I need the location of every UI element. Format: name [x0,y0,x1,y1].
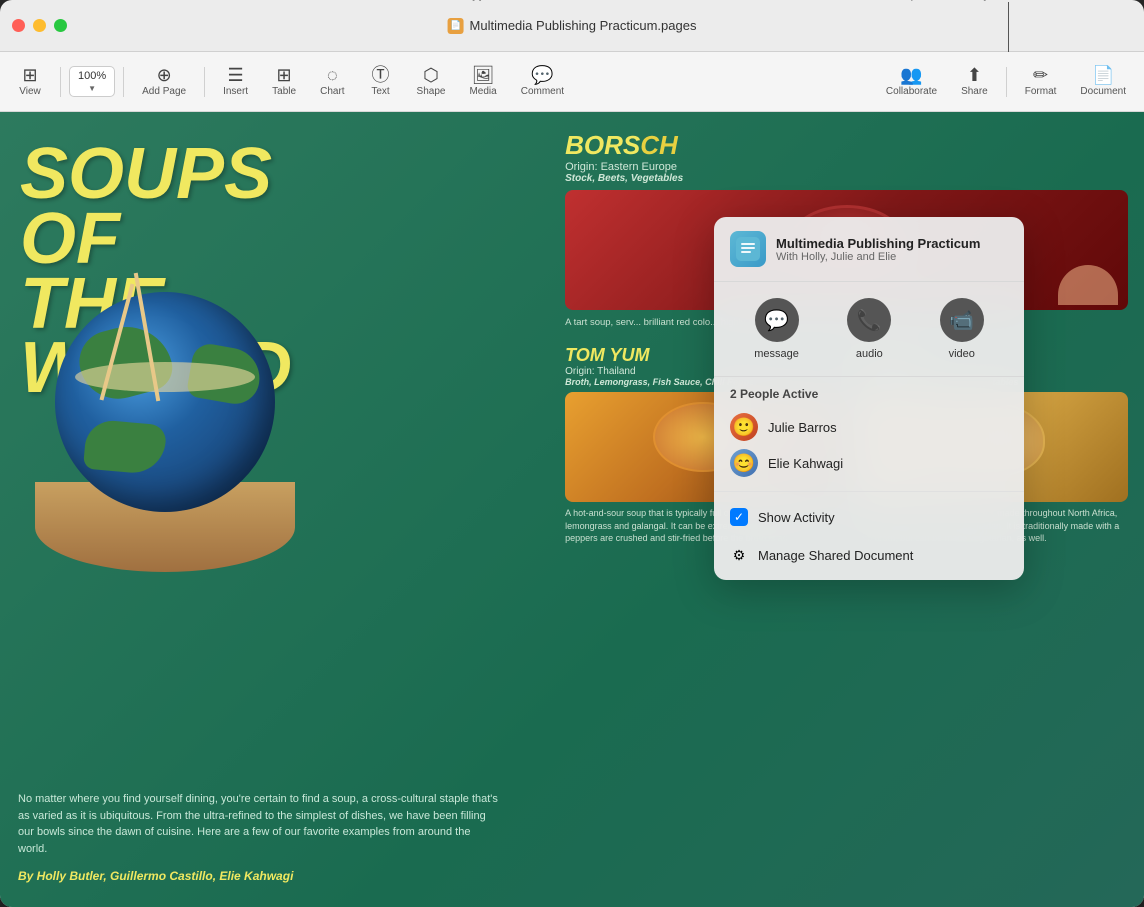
bottom-text: No matter where you find yourself dining… [18,791,498,857]
share-icon: ⬆ [967,66,982,84]
audio-label: audio [856,348,883,360]
close-button[interactable] [12,19,25,32]
message-icon: 💬 [755,298,799,342]
main-area: SOUPS OF THE WORLD [0,112,1144,907]
toolbar-divider-1 [60,67,61,97]
borscht-origin: Origin: Eastern Europe [565,161,1128,173]
view-icon: ⊞ [22,66,37,84]
audio-action[interactable]: 📞 audio [847,298,891,360]
message-action[interactable]: 💬 message [754,298,799,360]
collab-people-section: 2 People Active 🙂 Julie Barros 😊 Elie Ka… [714,377,1024,492]
toolbar: ⊞ View 100% ▼ ⊕ Add Page ☰ Insert ⊞ Tabl… [0,52,1144,112]
person1-name: Julie Barros [768,420,837,435]
collab-popup: Multimedia Publishing Practicum With Hol… [714,217,1024,580]
collab-actions: 💬 message 📞 audio 📹 video [714,282,1024,377]
manage-shared-option[interactable]: ⚙ Manage Shared Document [714,536,1024,574]
shape-button[interactable]: ⬡ Shape [407,62,456,101]
message-label: message [754,348,799,360]
authors-text: By Holly Butler, Guillermo Castillo, Eli… [18,869,293,883]
toolbar-divider-3 [204,67,205,97]
authors-line: By Holly Butler, Guillermo Castillo, Eli… [18,867,498,885]
table-button[interactable]: ⊞ Table [262,62,306,101]
manage-shared-icon: ⚙ [730,546,748,564]
view-button[interactable]: ⊞ View [8,62,52,101]
window-title-text: Multimedia Publishing Practicum.pages [470,18,697,33]
globe-bowl-illustration [15,262,315,582]
add-page-button[interactable]: ⊕ Add Page [132,62,196,101]
document-button[interactable]: 📄 Document [1070,62,1136,101]
table-icon: ⊞ [277,66,292,84]
zoom-control[interactable]: 100% ▼ [69,66,115,97]
person-julie: 🙂 Julie Barros [730,409,1008,445]
collaborate-icon: 👥 [900,66,922,84]
collab-popup-header: Multimedia Publishing Practicum With Hol… [714,217,1024,282]
video-icon: 📹 [940,298,984,342]
text-icon: Ⓣ [372,66,390,84]
video-label: video [949,348,975,360]
person2-name: Elie Kahwagi [768,456,843,471]
comment-button[interactable]: 💬 Comment [511,62,574,101]
audio-icon: 📞 [847,298,891,342]
collab-doc-subtitle: With Holly, Julie and Elie [776,251,980,263]
window-title: 📄 Multimedia Publishing Practicum.pages [448,18,697,34]
maximize-button[interactable] [54,19,67,32]
media-icon: 🖼 [472,66,495,84]
document-icon: 📄 [448,18,464,34]
chart-icon: ◌ [327,66,338,84]
insert-button[interactable]: ☰ Insert [213,62,258,101]
titlebar: 📄 Multimedia Publishing Practicum.pages [0,0,1144,52]
collab-doc-icon [730,231,766,267]
borscht-name: BORSCH [565,130,1128,161]
share-button[interactable]: ⬆ Share [951,62,998,101]
chart-button[interactable]: ◌ Chart [310,62,354,101]
media-button[interactable]: 🖼 Media [459,62,506,101]
collaborate-button[interactable]: 👥 Collaborate [876,62,947,101]
show-activity-label: Show Activity [758,510,835,525]
toolbar-divider-4 [1006,67,1007,97]
format-icon: ✏ [1033,66,1048,84]
traffic-lights [12,19,67,32]
document-canvas[interactable]: SOUPS OF THE WORLD [0,112,1144,907]
zoom-chevron-icon: ▼ [88,84,96,93]
text-button[interactable]: Ⓣ Text [359,62,403,101]
toolbar-divider-2 [123,67,124,97]
people-count: 2 People Active [730,387,1008,401]
manage-shared-label: Manage Shared Document [758,548,913,563]
elie-avatar: 😊 [730,449,758,477]
bottom-description: No matter where you find yourself dining… [18,791,498,857]
format-button[interactable]: ✏ Format [1015,62,1067,101]
collab-doc-title: Multimedia Publishing Practicum [776,236,980,251]
add-page-icon: ⊕ [157,66,172,84]
collab-options: ✓ Show Activity ⚙ Manage Shared Document [714,492,1024,580]
julie-avatar: 🙂 [730,413,758,441]
app-window: 📄 Multimedia Publishing Practicum.pages … [0,0,1144,907]
collab-doc-info: Multimedia Publishing Practicum With Hol… [776,236,980,263]
document-toolbar-icon: 📄 [1092,66,1114,84]
insert-icon: ☰ [228,66,244,84]
borscht-ingredients: Stock, Beets, Vegetables [565,173,1128,184]
video-action[interactable]: 📹 video [940,298,984,360]
comment-icon: 💬 [531,66,553,84]
person-elie: 😊 Elie Kahwagi [730,445,1008,481]
show-activity-check: ✓ [730,508,748,526]
minimize-button[interactable] [33,19,46,32]
show-activity-option[interactable]: ✓ Show Activity [714,498,1024,536]
shape-icon: ⬡ [423,66,439,84]
